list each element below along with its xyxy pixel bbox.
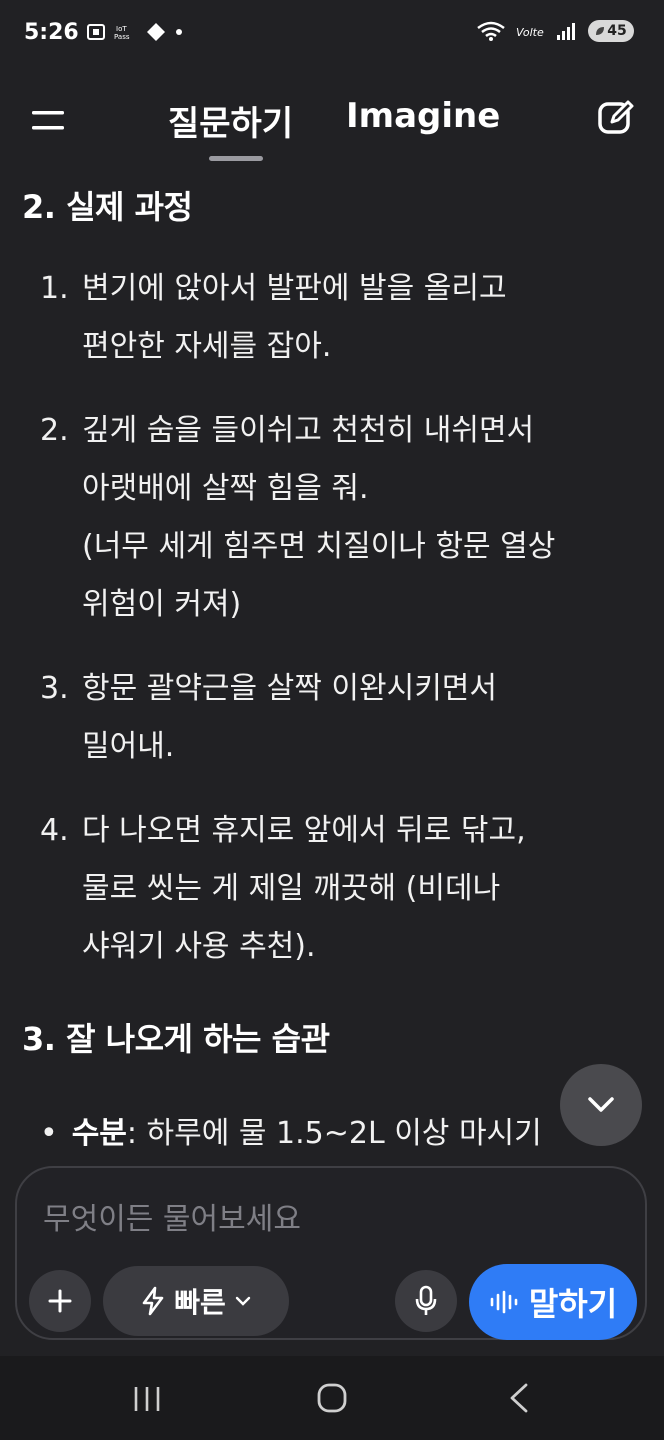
app-header: 질문하기 Imagine [0,80,664,170]
back-icon[interactable] [506,1382,532,1414]
sound-wave-icon [490,1290,518,1314]
chat-response: 2. 실제 과정 1. 변기에 앉아서 발판에 발을 올리고 편안한 자세를 잡… [0,170,664,1160]
svg-text:Volte: Volte [516,26,544,39]
microphone-button[interactable] [395,1270,457,1332]
new-chat-edit-icon[interactable] [596,98,636,138]
bullet-text: : 하루에 물 1.5~2L 이상 마시기 [126,1116,542,1151]
dot-icon [176,29,182,35]
list-line: 깊게 숨을 들이쉬고 천천히 내쉬면서 [82,413,535,448]
iot-pass-icon: IoTPass [114,25,130,41]
svg-text:IoT: IoT [116,25,127,33]
list-line: 밀어내. [82,729,175,764]
wifi-icon [477,21,505,41]
section-heading: 2. 실제 과정 [22,188,193,226]
tab-ask[interactable]: 질문하기 [168,96,293,145]
list-line: 항문 괄약근을 살짝 이완시키면서 [82,671,498,706]
scroll-to-bottom-button[interactable] [560,1064,642,1146]
status-notification-icons: IoT Pass [86,22,184,42]
list-line: 편안한 자세를 잡아. [82,329,332,364]
message-composer: 무엇이든 물어보세요 빠른 말하기 [15,1166,647,1340]
list-item: 2. 깊게 숨을 들이쉬고 천천히 내쉬면서 아랫배에 살짝 힘을 줘. (너무… [40,402,555,634]
list-line: 샤워기 사용 추천). [82,929,316,964]
tab-imagine[interactable]: Imagine [346,96,500,136]
list-number: 4. [40,813,69,848]
voice-mode-button[interactable]: 말하기 [469,1264,637,1340]
bullet-dot: • [40,1116,58,1151]
chevron-down-icon [235,1296,250,1306]
message-input[interactable]: 무엇이든 물어보세요 [43,1194,301,1238]
list-number: 1. [40,271,69,306]
battery-saver-icon [596,27,605,35]
list-line: 위험이 커져) [82,587,242,622]
recent-apps-icon[interactable] [132,1384,162,1414]
home-icon[interactable] [316,1382,348,1414]
status-time: 5:26 [24,20,79,45]
list-item: 3. 항문 괄약근을 살짝 이완시키면서 밀어내. [40,660,497,776]
attach-button[interactable] [29,1270,91,1332]
section-heading: 3. 잘 나오게 하는 습관 [22,1020,330,1058]
mode-selector-button[interactable]: 빠른 [103,1266,289,1336]
list-item: 4. 다 나오면 휴지로 앞에서 뒤로 닦고, 물로 씻는 게 제일 깨끗해 (… [40,802,526,976]
list-line: (너무 세게 힘주면 치질이나 항문 열상 [82,529,556,564]
svg-text:Pass: Pass [114,33,130,41]
battery-indicator: 45 [588,20,634,42]
status-system-icons: Volte 45 [476,20,634,42]
list-number: 2. [40,413,69,448]
volte-icon: Volte [516,26,544,39]
mode-label: 빠른 [174,1286,226,1319]
signal-icon [557,23,575,40]
microphone-icon [415,1285,437,1315]
list-line: 변기에 앉아서 발판에 발을 올리고 [82,271,507,306]
lightning-icon [142,1286,164,1316]
bullet-item: • 수분: 하루에 물 1.5~2L 이상 마시기 [40,1108,542,1152]
status-bar: 5:26 IoT Pass Volte 45 [0,0,664,70]
system-navigation-bar [0,1356,664,1440]
voice-mode-label: 말하기 [528,1285,618,1323]
list-line: 다 나오면 휴지로 앞에서 뒤로 닦고, [82,813,526,848]
screenshot-icon [87,24,105,40]
app-diamond-icon [147,23,165,41]
list-item: 1. 변기에 앉아서 발판에 발을 올리고 편안한 자세를 잡아. [40,260,507,376]
bullet-bold-label: 수분 [71,1116,127,1151]
list-number: 3. [40,671,69,706]
active-tab-indicator [209,156,263,161]
battery-level: 45 [607,23,627,39]
chevron-down-icon [588,1097,614,1112]
list-line: 물로 씻는 게 제일 깨끗해 (비데나 [82,871,501,906]
menu-icon[interactable] [30,106,66,136]
plus-icon [48,1289,72,1313]
list-line: 아랫배에 살짝 힘을 줘. [82,471,369,506]
